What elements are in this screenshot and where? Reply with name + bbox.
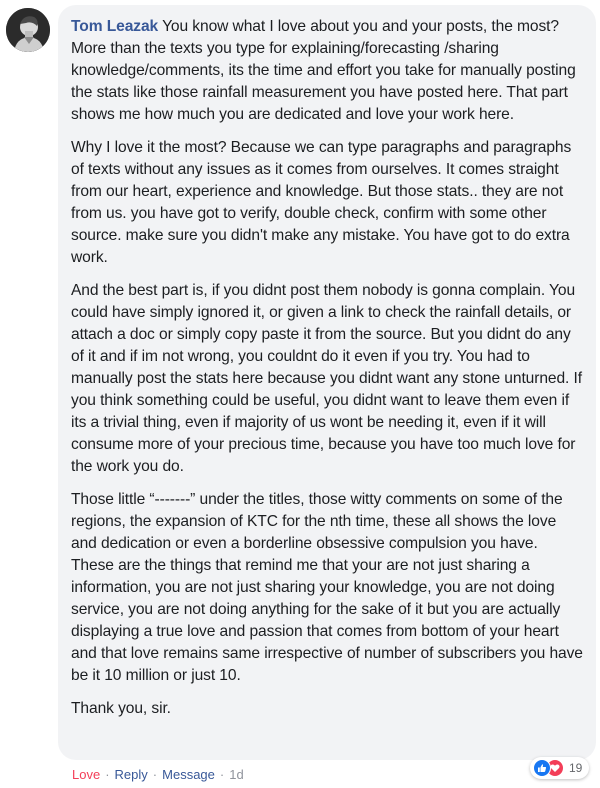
comment-paragraph: And the best part is, if you didnt post … [71,282,582,475]
comment-paragraph: Thank you, sir. [71,700,171,717]
author-name-link[interactable]: Tom Leazak [71,18,158,35]
separator-dot: · [219,767,225,782]
love-reaction-button[interactable]: Love [72,767,100,782]
comment-actions: Love · Reply · Message · 1d [72,767,244,782]
comment-bubble: Tom Leazak You know what I love about yo… [58,5,596,760]
timestamp[interactable]: 1d [229,767,243,782]
comment-paragraph: Tom Leazak You know what I love about yo… [71,16,584,126]
message-button[interactable]: Message [162,767,215,782]
comment-body: Tom Leazak You know what I love about yo… [71,16,584,720]
like-icon [533,759,551,777]
separator-dot: · [152,767,158,782]
reaction-count: 19 [569,761,583,775]
reply-button[interactable]: Reply [115,767,148,782]
reactions-summary[interactable]: 19 [530,757,590,779]
comment-paragraph: Why I love it the most? Because we can t… [71,139,572,266]
avatar[interactable] [6,8,50,52]
comment-paragraph: Those little “-------” under the titles,… [71,491,583,684]
profile-photo-icon [6,8,50,52]
separator-dot: · [105,767,110,782]
